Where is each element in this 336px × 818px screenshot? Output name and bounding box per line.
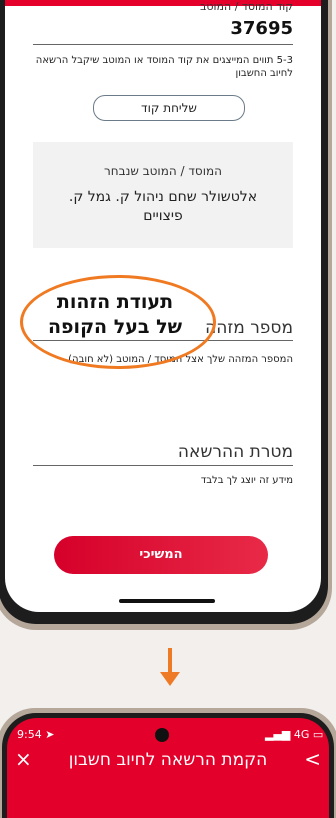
continue-button[interactable]: המשיכי	[54, 536, 268, 574]
purpose-hint: מידע זה יוצג לך בלבד	[200, 475, 293, 486]
close-icon[interactable]: ×	[15, 747, 32, 771]
selected-fund-label: המוסד / המוטב שנבחר	[104, 164, 222, 178]
arrow-head-icon	[160, 672, 180, 686]
status-time: 9:54 ➤	[17, 728, 55, 741]
selected-fund-box: המוסד / המוטב שנבחר אלטשולר שחם ניהול ק.…	[33, 142, 293, 248]
annotation-line-1: תעודת הזהות	[56, 291, 174, 313]
camera-icon	[155, 728, 169, 742]
fund-code-value: 37695	[230, 18, 293, 39]
chevron-right-icon[interactable]: >	[304, 747, 321, 771]
purpose-field[interactable]	[33, 455, 293, 466]
phone-frame-bottom: 9:54 ➤ ▂▄▆ 4G ▭ הקמת הרשאה לחיוב חשבון ×…	[0, 708, 336, 818]
home-indicator	[119, 599, 215, 603]
fund-code-field[interactable]: 37695	[33, 18, 293, 45]
send-code-button[interactable]: שליחת קוד	[93, 95, 245, 121]
annotation-text: תעודת הזהות של בעל הקופה	[30, 290, 200, 340]
page-title: הקמת הרשאה לחיוב חשבון	[68, 750, 268, 770]
status-network: ▂▄▆ 4G ▭	[265, 728, 324, 741]
annotation-line-2: של בעל הקופה	[48, 316, 182, 338]
arrow-down-icon	[168, 648, 172, 674]
selected-fund-value: אלטשולר שחם ניהול ק. גמל ק. פיצויים	[68, 189, 258, 224]
fund-code-hint: 5-3 תווים המייצגים את קוד המוסד או המוטב…	[35, 55, 293, 79]
fund-code-label: קוד המוסד / המוטב	[200, 0, 293, 12]
header-screen: 9:54 ➤ ▂▄▆ 4G ▭ הקמת הרשאה לחיוב חשבון ×…	[7, 718, 329, 818]
